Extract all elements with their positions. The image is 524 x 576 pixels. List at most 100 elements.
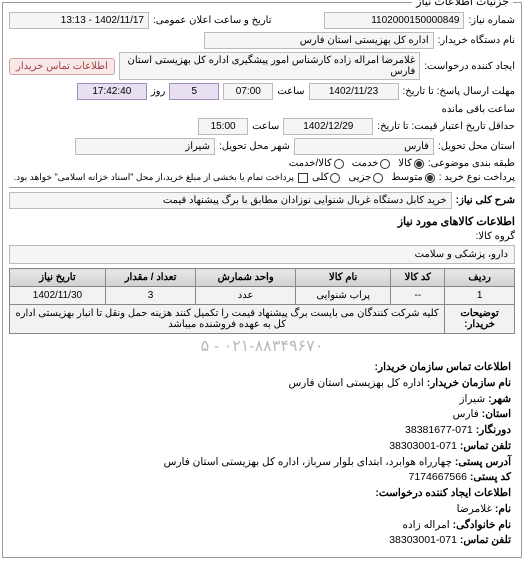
purchase-note: پرداخت تمام یا بخشی از مبلغ خرید،از محل … xyxy=(14,172,294,183)
treasury-checkbox[interactable] xyxy=(298,173,308,183)
validity-row: حداقل تاریخ اعتبار قیمت: تا تاریخ: 1402/… xyxy=(9,118,515,135)
radio-large[interactable]: کلی xyxy=(312,172,340,183)
deadline-label: مهلت ارسال پاسخ: تا تاریخ: xyxy=(403,86,515,97)
radio-medium[interactable]: متوسط xyxy=(391,172,434,183)
notes-text: کلیه شرکت کنندگان می بایست برگ پیشنهاد ق… xyxy=(10,305,445,334)
radio-gs-label: کالا/خدمت xyxy=(289,158,332,169)
fax-value: 071-38381677 xyxy=(405,424,473,436)
items-table: ردیف کد کالا نام کالا واحد شمارش تعداد /… xyxy=(9,268,515,334)
address-value: چهارراه هوابرد، ابتدای بلوار سرباز، ادار… xyxy=(164,456,452,468)
table-row: 1 -- پراب شنوایی عدد 3 1402/11/30 xyxy=(10,287,515,305)
table-header-row: ردیف کد کالا نام کالا واحد شمارش تعداد /… xyxy=(10,269,515,287)
contact-line: نام: غلامرضا xyxy=(13,502,511,518)
header-row: شماره نیاز: 1102000150000849 تاریخ و ساع… xyxy=(9,12,515,29)
phone-label: تلفن تماس: xyxy=(460,440,511,452)
col-unit: واحد شمارش xyxy=(196,269,296,287)
cell-row: 1 xyxy=(445,287,515,305)
radio-service-label: خدمت xyxy=(352,158,379,169)
cphone-value: 071-38303001 xyxy=(389,534,457,546)
phone-value: 071-38303001 xyxy=(389,440,457,452)
radio-icon xyxy=(380,159,390,169)
remaining-hms: 17:42:40 xyxy=(77,83,147,100)
contact-line: کد پستی: 7174667566 xyxy=(13,470,511,486)
col-name: نام کالا xyxy=(295,269,390,287)
subject-text: خرید کابل دستگاه غربال شنوایی نوزادان مط… xyxy=(9,192,452,209)
radio-service[interactable]: خدمت xyxy=(352,158,391,169)
contact-line: نام سازمان خریدار: اداره کل بهزیستی استا… xyxy=(13,376,511,392)
radio-goods[interactable]: کالا xyxy=(398,158,424,169)
radio-icon xyxy=(425,173,435,183)
creator-value: غلامرضا امراله زاده کارشناس امور پیشگیری… xyxy=(119,52,420,80)
col-code: کد کالا xyxy=(391,269,445,287)
delivery-row: استان محل تحویل: فارس شهر محل تحویل: شیر… xyxy=(9,138,515,155)
delivery-province: فارس xyxy=(294,138,434,155)
cell-qty: 3 xyxy=(105,287,195,305)
name-label: نام: xyxy=(495,503,511,515)
postal-label: کد پستی: xyxy=(470,471,511,483)
purchase-type-label: پرداخت نوع خرید : xyxy=(439,172,515,183)
delivery-city-label: شهر محل تحویل: xyxy=(219,141,290,152)
radio-icon xyxy=(330,173,340,183)
validity-label: حداقل تاریخ اعتبار قیمت: تا تاریخ: xyxy=(377,121,515,132)
deadline-date: 1402/11/23 xyxy=(309,83,399,100)
purchase-type-row: پرداخت نوع خرید : متوسط جزیی کلی پرداخت … xyxy=(9,172,515,183)
unit-row: نام دستگاه خریدار: اداره کل بهزیستی استا… xyxy=(9,32,515,49)
contact-buyer-button[interactable]: اطلاعات تماس خریدار xyxy=(9,58,115,75)
group-value: دارو، پزشکی و سلامت xyxy=(9,245,515,264)
postal-value: 7174667566 xyxy=(409,471,467,483)
radio-icon xyxy=(373,173,383,183)
classification-row: طبقه بندی موضوعی: کالا خدمت کالا/خدمت xyxy=(9,158,515,169)
subject-label: شرح کلی نیاز: xyxy=(456,195,515,206)
fax-label: دورنگار: xyxy=(476,424,511,436)
info-panel: جزئیات اطلاعات نیاز شماره نیاز: 11020001… xyxy=(2,2,522,558)
validity-date: 1402/12/29 xyxy=(283,118,373,135)
group-row: گروه کالا: xyxy=(9,231,515,242)
radio-goods-label: کالا xyxy=(398,158,412,169)
address-label: آدرس پستی: xyxy=(455,456,511,468)
classification-group: کالا خدمت کالا/خدمت xyxy=(289,158,424,169)
notes-row: توضیحات خریدار: کلیه شرکت کنندگان می بای… xyxy=(10,305,515,334)
public-date-value: 1402/11/17 - 13:13 xyxy=(9,12,149,29)
public-date-label: تاریخ و ساعت اعلان عمومی: xyxy=(153,15,272,26)
city-value: شیراز xyxy=(459,393,485,405)
subject-row: شرح کلی نیاز: خرید کابل دستگاه غربال شنو… xyxy=(9,192,515,209)
delivery-city: شیراز xyxy=(75,138,215,155)
remaining-suffix: ساعت باقی مانده xyxy=(442,104,515,115)
purchase-type-group: متوسط جزیی کلی xyxy=(312,172,435,183)
req-no-label: شماره نیاز: xyxy=(468,15,515,26)
panel-title: جزئیات اطلاعات نیاز xyxy=(412,0,513,8)
contact-line: تلفن تماس: 071-38303001 xyxy=(13,439,511,455)
notes-label-cell: توضیحات خریدار: xyxy=(445,305,515,334)
radio-large-label: کلی xyxy=(312,172,328,183)
col-qty: تعداد / مقدار xyxy=(105,269,195,287)
radio-goods-service[interactable]: کالا/خدمت xyxy=(289,158,344,169)
radio-small-label: جزیی xyxy=(348,172,371,183)
radio-medium-label: متوسط xyxy=(391,172,422,183)
contact-line: استان: فارس xyxy=(13,407,511,423)
creator-label: ایجاد کننده درخواست: xyxy=(424,61,515,72)
radio-small[interactable]: جزیی xyxy=(348,172,383,183)
req-no-value: 1102000150000849 xyxy=(324,12,464,29)
contact-line: آدرس پستی: چهارراه هوابرد، ابتدای بلوار … xyxy=(13,455,511,471)
cphone-label: تلفن تماس: xyxy=(460,534,511,546)
unit-label: نام دستگاه خریدار: xyxy=(438,35,515,46)
notes-label: توضیحات خریدار: xyxy=(460,308,498,330)
org-label: نام سازمان خریدار: xyxy=(427,377,511,389)
contact-line: تلفن تماس: 071-38303001 xyxy=(13,533,511,549)
items-section-title: اطلاعات کالاهای مورد نیاز xyxy=(9,215,515,228)
deadline-time: 07:00 xyxy=(223,83,273,100)
remaining-days: 5 xyxy=(169,83,219,100)
contact-line: دورنگار: 071-38381677 xyxy=(13,423,511,439)
validity-time-label: ساعت xyxy=(252,121,279,132)
cell-name: پراب شنوایی xyxy=(295,287,390,305)
creator-section-title: اطلاعات ایجاد کننده درخواست: xyxy=(13,486,511,502)
unit-value: اداره کل بهزیستی استان فارس xyxy=(204,32,434,49)
days-label: روز xyxy=(151,86,166,97)
lname-label: نام خانوادگی: xyxy=(453,519,511,531)
lname-value: امراله زاده xyxy=(402,519,449,531)
radio-icon xyxy=(414,159,424,169)
cell-code: -- xyxy=(391,287,445,305)
col-due: تاریخ نیاز xyxy=(10,269,106,287)
classification-label: طبقه بندی موضوعی: xyxy=(428,158,515,169)
contact-line: شهر: شیراز xyxy=(13,392,511,408)
